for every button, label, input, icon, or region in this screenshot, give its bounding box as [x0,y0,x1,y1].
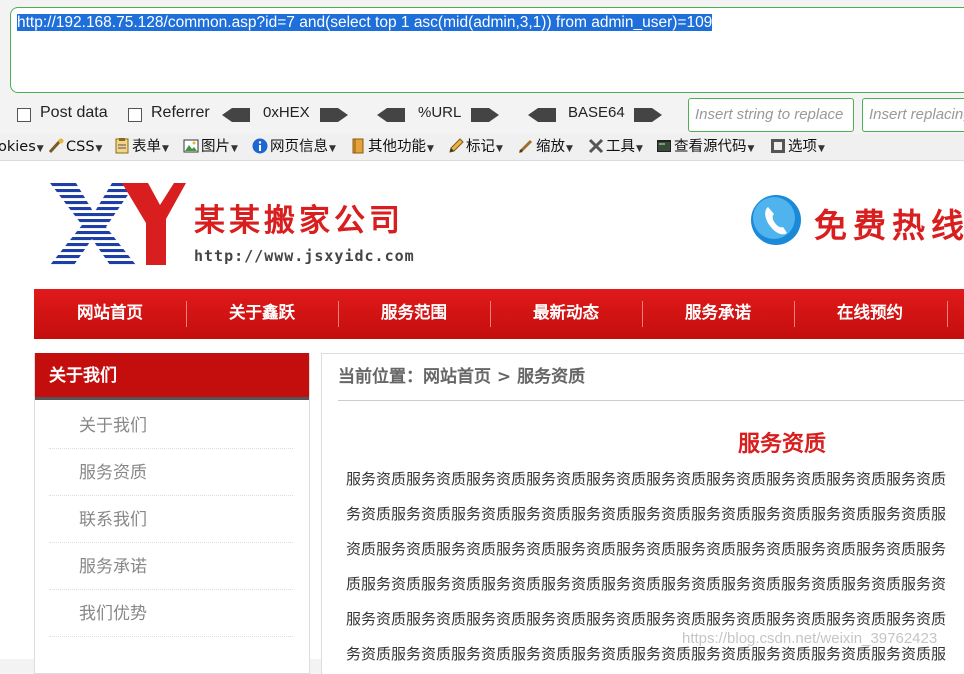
hotline-text: 免费热线 [814,206,964,245]
toolbar-images[interactable]: 图片▼ [183,137,238,157]
content-title: 服务资质 [322,426,964,458]
url-decode-arrow-icon[interactable] [377,108,405,122]
url-encode-arrow-icon[interactable] [471,108,499,122]
info-icon [252,138,268,154]
sidebar: 关于我们 关于我们 服务资质 联系我们 服务承诺 我们优势 [34,353,310,674]
url-encode-label: %URL [418,104,462,121]
pencil-icon [449,138,464,153]
options-icon [771,139,785,153]
toolbar-tools[interactable]: 工具▼ [588,137,643,157]
toolbar-label: 图片 [201,139,230,155]
content-line: 务资质服务资质服务资质服务资质服务资质服务资质服务资质服务资质服务资质服务资质服 [346,505,947,523]
nav-latest-news[interactable]: 最新动态 [490,289,642,339]
misc-icon [352,138,364,154]
source-icon [657,140,671,152]
chevron-down-icon: ▼ [636,144,643,154]
nav-service-promise[interactable]: 服务承诺 [642,289,794,339]
toolbar-label: 其他功能 [368,139,426,155]
toolbar-forms[interactable]: 表单▼ [114,137,169,157]
nav-divider [947,301,948,327]
toolbar-cookies[interactable]: okies▼ [0,137,44,157]
tools-icon [588,138,604,154]
toolbar-label: 表单 [132,139,161,155]
toolbar-misc[interactable]: 其他功能▼ [350,137,434,157]
main-nav: 网站首页 关于鑫跃 服务范围 最新动态 服务承诺 在线预约 [34,289,964,339]
watermark-text: https://blog.csdn.net/weixin_39762423 [682,630,938,647]
css-icon [48,138,64,154]
toolbar-resize[interactable]: 缩放▼ [518,137,573,157]
toolbar-options[interactable]: 选项▼ [770,137,825,157]
company-url: http://www.jsxyidc.com [194,247,415,265]
sidebar-title: 关于我们 [35,353,309,400]
main-content: 当前位置：网站首页 > 服务资质 服务资质 服务资质服务资质服务资质服务资质服务… [321,353,964,674]
chevron-down-icon: ▼ [566,144,573,154]
hackbar-options: Post data Referrer 0xHEX %URL BASE64 Ins… [0,98,964,132]
breadcrumb: 当前位置：网站首页 > 服务资质 [338,362,964,401]
base64-decode-arrow-icon[interactable] [528,108,556,122]
replace-string-input[interactable]: Insert string to replace [688,98,854,132]
url-text: http://192.168.75.128/common.asp?id=7 an… [17,14,713,31]
base64-label: BASE64 [568,104,625,121]
sidebar-item-contact[interactable]: 联系我们 [49,497,293,543]
phone-icon [751,195,801,245]
image-icon [183,139,199,153]
content-line: 服务资质服务资质服务资质服务资质服务资质服务资质服务资质服务资质服务资质服务资质 [346,470,947,488]
toolbar-page-info[interactable]: 网页信息▼ [252,137,336,157]
chevron-down-icon: ▼ [231,144,238,154]
chevron-down-icon: ▼ [427,144,434,154]
toolbar-label: 网页信息 [270,139,328,155]
content-line: 质服务资质服务资质服务资质服务资质服务资质服务资质服务资质服务资质服务资质服务资 [346,575,947,593]
sidebar-item-advantages[interactable]: 我们优势 [49,591,293,637]
chevron-down-icon: ▼ [496,144,503,154]
url-textarea[interactable]: http://192.168.75.128/common.asp?id=7 an… [10,7,964,93]
toolbar-label: 标记 [466,139,495,155]
web-page: 某某搬家公司 http://www.jsxyidc.com 免费热线 网站首页 … [0,161,964,674]
hex-encode-arrow-icon[interactable] [320,108,348,122]
toolbar-label: CSS [66,139,95,155]
toolbar-label: 工具 [606,139,635,155]
web-developer-toolbar: okies▼ CSS▼ 表单▼ 图片▼ 网页信息▼ 其他功能▼ 标记▼ 缩放▼ … [0,134,964,161]
toolbar-label: okies [0,139,36,155]
sidebar-item-promise[interactable]: 服务承诺 [49,544,293,590]
chevron-down-icon: ▼ [329,144,336,154]
nav-service-scope[interactable]: 服务范围 [338,289,490,339]
form-icon [115,138,129,154]
hex-decode-arrow-icon[interactable] [222,108,250,122]
post-data-checkbox[interactable] [17,108,31,122]
replacing-string-input[interactable]: Insert replacing string [862,98,964,132]
base64-encode-arrow-icon[interactable] [634,108,662,122]
toolbar-label: 查看源代码 [674,139,747,155]
toolbar-css[interactable]: CSS▼ [48,137,102,157]
resize-icon [518,139,533,154]
chevron-down-icon: ▼ [162,144,169,154]
sidebar-item-about-us[interactable]: 关于我们 [49,403,293,449]
chevron-down-icon: ▼ [95,144,103,154]
toolbar-view-source[interactable]: 查看源代码▼ [656,137,754,157]
sidebar-item-qualifications[interactable]: 服务资质 [49,450,293,496]
company-name: 某某搬家公司 [194,203,404,239]
hackbar-panel: http://192.168.75.128/common.asp?id=7 an… [0,0,964,134]
chevron-down-icon: ▼ [36,144,44,154]
referrer-checkbox[interactable] [128,108,142,122]
hex-label: 0xHEX [263,104,310,121]
toolbar-label: 缩放 [536,139,565,155]
toolbar-label: 选项 [788,139,817,155]
toolbar-outline[interactable]: 标记▼ [448,137,503,157]
chevron-down-icon: ▼ [818,144,825,154]
content-line: 资质服务资质服务资质服务资质服务资质服务资质服务资质服务资质服务资质服务资质服务 [346,540,947,558]
referrer-label: Referrer [151,104,210,121]
post-data-label: Post data [40,104,108,121]
nav-about-xinyue[interactable]: 关于鑫跃 [186,289,338,339]
company-logo-icon[interactable] [50,183,186,265]
chevron-down-icon: ▼ [747,144,755,154]
nav-online-booking[interactable]: 在线预约 [794,289,946,339]
nav-home[interactable]: 网站首页 [34,289,186,339]
content-title-text: 服务资质 [737,432,826,457]
